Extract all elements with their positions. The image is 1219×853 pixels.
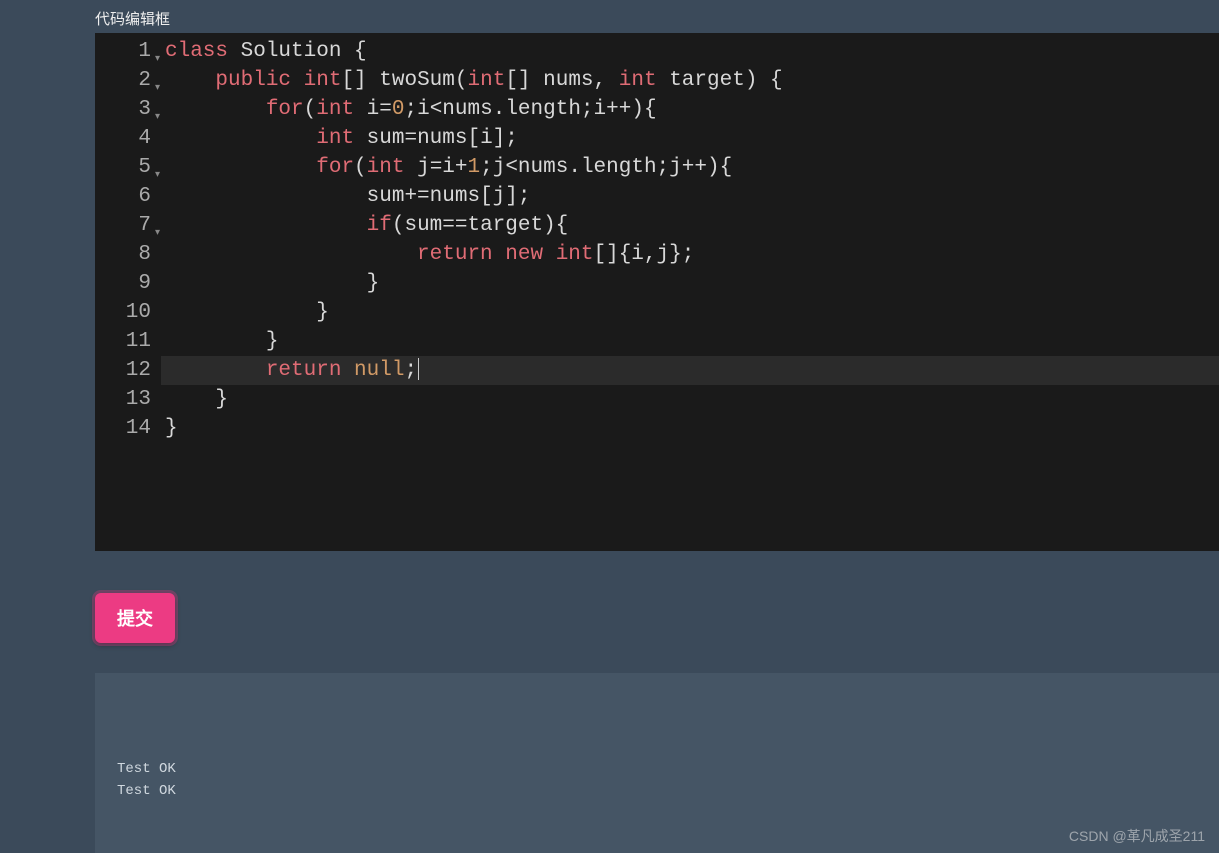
watermark: CSDN @革凡成圣211	[1069, 826, 1205, 846]
code-line[interactable]: }	[161, 414, 1219, 443]
line-number: 2▾	[101, 66, 151, 95]
code-line[interactable]: class Solution {	[161, 37, 1219, 66]
fold-icon[interactable]: ▾	[155, 219, 160, 248]
code-line[interactable]: }	[161, 327, 1219, 356]
code-line[interactable]: for(int i=0;i<nums.length;i++){	[161, 95, 1219, 124]
line-number: 7▾	[101, 211, 151, 240]
line-number: 1▾	[101, 37, 151, 66]
output-line: Test OK	[117, 758, 1197, 780]
code-editor[interactable]: 1▾2▾3▾45▾67▾891011121314 class Solution …	[95, 33, 1219, 551]
line-number: 9	[101, 269, 151, 298]
line-number: 8	[101, 240, 151, 269]
line-number: 5▾	[101, 153, 151, 182]
line-number: 11	[101, 327, 151, 356]
code-line[interactable]: return new int[]{i,j};	[161, 240, 1219, 269]
fold-icon[interactable]: ▾	[155, 74, 160, 103]
code-line[interactable]: }	[161, 298, 1219, 327]
code-line[interactable]: public int[] twoSum(int[] nums, int targ…	[161, 66, 1219, 95]
code-area[interactable]: class Solution { public int[] twoSum(int…	[161, 33, 1219, 551]
line-number: 10	[101, 298, 151, 327]
gutter: 1▾2▾3▾45▾67▾891011121314	[95, 33, 161, 551]
code-line[interactable]: }	[161, 269, 1219, 298]
fold-icon[interactable]: ▾	[155, 45, 160, 74]
fold-icon[interactable]: ▾	[155, 103, 160, 132]
code-line[interactable]: for(int j=i+1;j<nums.length;j++){	[161, 153, 1219, 182]
code-line[interactable]: }	[161, 385, 1219, 414]
output-panel: Test OKTest OK	[95, 673, 1219, 853]
editor-label: 代码编辑框	[95, 0, 1219, 33]
line-number: 6	[101, 182, 151, 211]
line-number: 3▾	[101, 95, 151, 124]
line-number: 14	[101, 414, 151, 443]
fold-icon[interactable]: ▾	[155, 161, 160, 190]
output-line: Test OK	[117, 780, 1197, 802]
code-line[interactable]: if(sum==target){	[161, 211, 1219, 240]
submit-button[interactable]: 提交	[95, 593, 175, 643]
line-number: 4	[101, 124, 151, 153]
line-number: 12	[101, 356, 151, 385]
line-number: 13	[101, 385, 151, 414]
code-line[interactable]: sum+=nums[j];	[161, 182, 1219, 211]
code-line[interactable]: return null;	[161, 356, 1219, 385]
code-line[interactable]: int sum=nums[i];	[161, 124, 1219, 153]
